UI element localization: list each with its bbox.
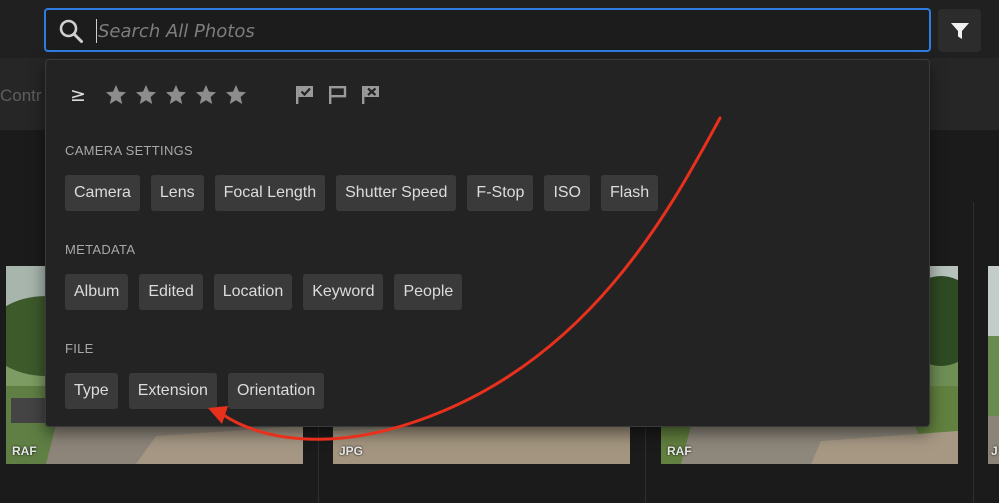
photo-thumbnail[interactable]: J [988,266,999,464]
star-icon[interactable] [224,83,248,107]
rating-operator[interactable]: ≥ [70,84,86,106]
chip-f-stop[interactable]: F-Stop [467,175,534,211]
section-title-file: FILE [65,341,94,356]
filter-button[interactable] [938,9,981,52]
file-type-badge: RAF [12,444,37,458]
chip-orientation[interactable]: Orientation [227,373,325,409]
photo-image [988,266,999,464]
chip-camera[interactable]: Camera [65,175,140,211]
photo-library-app: Contr RAF JPG R [0,0,999,503]
chip-flash[interactable]: Flash [601,175,659,211]
section-title-camera-settings: CAMERA SETTINGS [65,143,194,158]
star-icon[interactable] [194,83,218,107]
chip-keyword[interactable]: Keyword [303,274,384,310]
search-icon [59,19,83,43]
star-icon[interactable] [134,83,158,107]
chip-focal-length[interactable]: Focal Length [214,175,326,211]
chip-album[interactable]: Album [65,274,129,310]
funnel-icon [950,22,969,39]
search-input[interactable] [98,14,898,48]
chip-people[interactable]: People [394,274,463,310]
grid-divider [973,202,974,503]
chip-shutter-speed[interactable]: Shutter Speed [336,175,457,211]
star-icon[interactable] [104,83,128,107]
flag-filter-group [294,84,393,106]
chip-extension[interactable]: Extension [128,373,217,409]
text-cursor [96,19,97,43]
rating-filter-row: ≥ [70,80,393,110]
flag-picked-icon[interactable] [294,84,316,106]
sub-toolbar-label: Contr [0,86,42,105]
star-icon[interactable] [164,83,188,107]
flag-rejected-icon[interactable] [360,84,382,106]
metadata-chips: Album Edited Location Keyword People [65,274,473,310]
top-bar [0,0,999,58]
file-type-badge: JPG [339,444,364,458]
file-type-badge: J [991,444,998,458]
search-filter-panel: ≥ CAMERA SETTINGS Camera Lens Focal Leng… [45,59,930,427]
chip-lens[interactable]: Lens [150,175,204,211]
section-title-metadata: METADATA [65,242,136,257]
file-type-badge: RAF [667,444,692,458]
chip-iso[interactable]: ISO [544,175,590,211]
flag-unflagged-icon[interactable] [327,84,349,106]
camera-settings-chips: Camera Lens Focal Length Shutter Speed F… [65,175,669,211]
search-box[interactable] [44,8,931,52]
chip-location[interactable]: Location [213,274,293,310]
chip-type[interactable]: Type [65,373,118,409]
file-chips: Type Extension Orientation [65,373,335,409]
chip-edited[interactable]: Edited [139,274,203,310]
